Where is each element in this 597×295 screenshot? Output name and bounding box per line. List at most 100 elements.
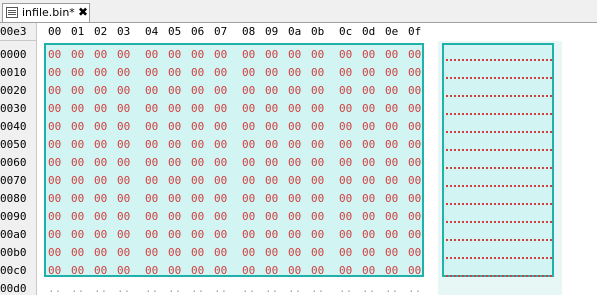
hex-byte[interactable]: 00	[214, 66, 227, 79]
hex-byte[interactable]: 00	[168, 84, 181, 97]
hex-byte[interactable]: ..	[362, 282, 375, 295]
hex-byte[interactable]: ..	[339, 282, 352, 295]
hex-byte[interactable]: 00	[339, 174, 352, 187]
hex-byte[interactable]: 00	[145, 120, 158, 133]
hex-byte[interactable]: 00	[145, 84, 158, 97]
ascii-row[interactable]	[446, 110, 552, 115]
hex-byte[interactable]: 00	[94, 138, 107, 151]
hex-byte[interactable]: 00	[362, 48, 375, 61]
hex-byte[interactable]: 00	[265, 264, 278, 277]
hex-byte[interactable]: 00	[288, 192, 301, 205]
hex-byte[interactable]: 00	[214, 156, 227, 169]
hex-byte[interactable]: 00	[117, 156, 130, 169]
hex-byte[interactable]: 00	[242, 210, 255, 223]
hex-byte[interactable]: 00	[191, 84, 204, 97]
hex-byte[interactable]: 00	[408, 138, 421, 151]
hex-byte[interactable]: 00	[48, 246, 61, 259]
hex-byte[interactable]: 00	[145, 102, 158, 115]
hex-byte[interactable]: 00	[311, 192, 324, 205]
hex-byte[interactable]: 00	[311, 156, 324, 169]
hex-byte[interactable]: 00	[288, 228, 301, 241]
hex-byte[interactable]: 00	[288, 138, 301, 151]
hex-byte[interactable]: 00	[311, 264, 324, 277]
hex-byte[interactable]: 00	[362, 228, 375, 241]
hex-byte[interactable]: 00	[339, 246, 352, 259]
hex-byte[interactable]: 00	[242, 48, 255, 61]
hex-byte[interactable]: 00	[117, 246, 130, 259]
hex-byte[interactable]: 00	[191, 192, 204, 205]
hex-byte[interactable]: 00	[214, 210, 227, 223]
hex-byte[interactable]: 00	[408, 210, 421, 223]
hex-byte[interactable]: 00	[385, 84, 398, 97]
hex-byte[interactable]: ..	[145, 282, 158, 295]
hex-byte[interactable]: 00	[265, 228, 278, 241]
hex-byte[interactable]: 00	[339, 264, 352, 277]
hex-byte[interactable]: ..	[242, 282, 255, 295]
hex-byte[interactable]: 00	[214, 264, 227, 277]
hex-byte[interactable]: 00	[242, 66, 255, 79]
ascii-row[interactable]	[446, 272, 552, 277]
hex-byte[interactable]: 00	[48, 210, 61, 223]
hex-byte[interactable]: 00	[265, 192, 278, 205]
hex-byte[interactable]: 00	[191, 246, 204, 259]
hex-byte[interactable]: 00	[168, 192, 181, 205]
hex-byte[interactable]: 00	[117, 120, 130, 133]
hex-byte[interactable]: 00	[94, 174, 107, 187]
hex-byte[interactable]: 00	[362, 66, 375, 79]
hex-byte[interactable]: 00	[145, 48, 158, 61]
hex-byte[interactable]: 00	[385, 102, 398, 115]
hex-byte[interactable]: ..	[311, 282, 324, 295]
hex-byte[interactable]: 00	[191, 210, 204, 223]
hex-byte[interactable]: 00	[408, 84, 421, 97]
hex-byte[interactable]: 00	[362, 246, 375, 259]
hex-byte[interactable]: 00	[94, 192, 107, 205]
ascii-row[interactable]	[446, 218, 552, 223]
hex-byte[interactable]: 00	[362, 210, 375, 223]
hex-byte[interactable]: 00	[191, 66, 204, 79]
hex-byte[interactable]: 00	[288, 66, 301, 79]
hex-byte[interactable]: 00	[385, 138, 398, 151]
hex-byte[interactable]: 00	[265, 102, 278, 115]
hex-byte[interactable]: 00	[339, 228, 352, 241]
ascii-row[interactable]	[446, 164, 552, 169]
hex-byte[interactable]: 00	[362, 264, 375, 277]
hex-byte[interactable]: 00	[94, 84, 107, 97]
hex-byte[interactable]: ..	[288, 282, 301, 295]
hex-byte[interactable]: 00	[385, 228, 398, 241]
hex-byte[interactable]: 00	[94, 48, 107, 61]
hex-byte[interactable]: 00	[362, 156, 375, 169]
close-icon[interactable]: ✖	[78, 5, 88, 19]
hex-byte[interactable]: 00	[311, 84, 324, 97]
hex-byte[interactable]: 00	[117, 228, 130, 241]
hex-byte[interactable]: 00	[242, 156, 255, 169]
hex-byte[interactable]: 00	[408, 174, 421, 187]
hex-byte[interactable]: 00	[339, 156, 352, 169]
hex-byte[interactable]: 00	[385, 210, 398, 223]
hex-byte[interactable]: 00	[48, 138, 61, 151]
hex-byte[interactable]: 00	[311, 246, 324, 259]
hex-byte[interactable]: 00	[408, 66, 421, 79]
hex-byte[interactable]: ..	[191, 282, 204, 295]
ascii-row[interactable]	[446, 236, 552, 241]
hex-byte[interactable]: 00	[385, 156, 398, 169]
hex-byte[interactable]: 00	[117, 138, 130, 151]
hex-byte[interactable]: 00	[408, 156, 421, 169]
hex-byte[interactable]: 00	[339, 120, 352, 133]
hex-byte[interactable]: 00	[288, 264, 301, 277]
hex-byte[interactable]: 00	[288, 156, 301, 169]
hex-byte[interactable]: 00	[117, 66, 130, 79]
hex-byte[interactable]: 00	[214, 246, 227, 259]
hex-byte[interactable]: 00	[117, 84, 130, 97]
hex-byte[interactable]: 00	[288, 84, 301, 97]
hex-byte[interactable]: 00	[71, 156, 84, 169]
hex-byte[interactable]: 00	[288, 48, 301, 61]
hex-byte[interactable]: 00	[117, 102, 130, 115]
hex-byte[interactable]: 00	[168, 228, 181, 241]
hex-byte[interactable]: 00	[339, 84, 352, 97]
tab-infile[interactable]: infile.bin* ✖	[2, 3, 90, 22]
hex-byte[interactable]: ..	[71, 282, 84, 295]
hex-byte[interactable]: 00	[117, 264, 130, 277]
hex-byte[interactable]: 00	[168, 120, 181, 133]
hex-byte[interactable]: ..	[117, 282, 130, 295]
hex-byte[interactable]: 00	[408, 102, 421, 115]
